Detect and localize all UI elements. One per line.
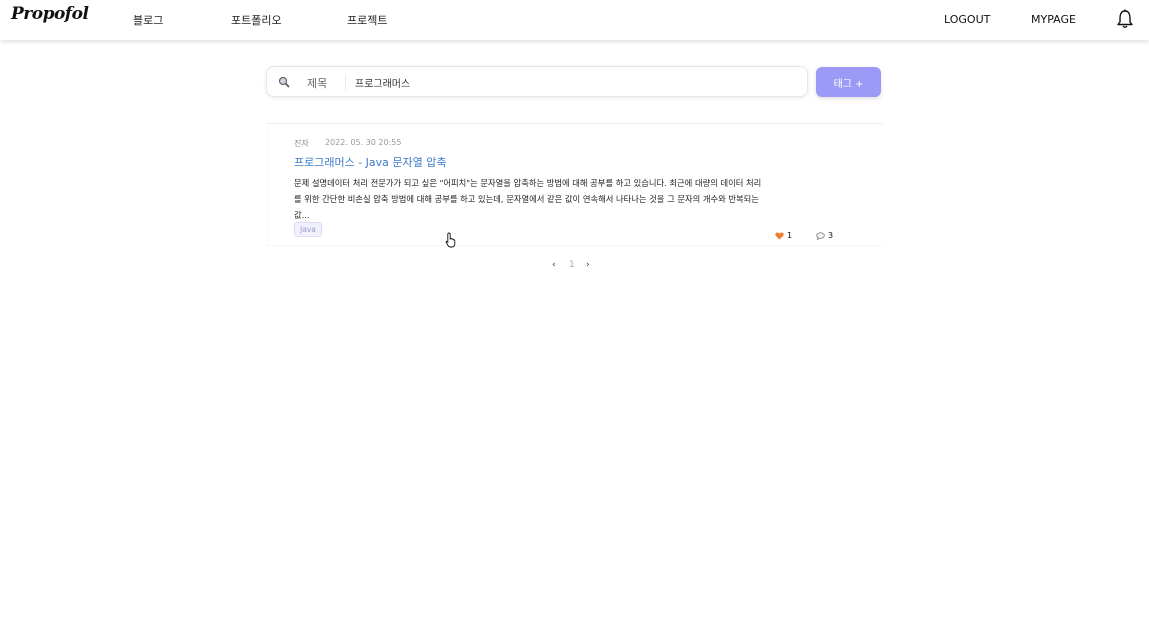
post-tag[interactable]: Java [294,222,322,237]
nav-project[interactable]: 프로젝트 [347,12,387,28]
logo[interactable]: Propofol [11,4,89,24]
search-input[interactable] [355,71,795,93]
post-title[interactable]: 프로그래머스 - Java 문자열 압축 [294,154,447,170]
next-page-button[interactable]: › [586,260,590,270]
search-divider [345,74,346,91]
search-type-select[interactable]: 제목 [307,75,327,91]
add-tag-button[interactable]: 태그 + [816,67,881,97]
search-icon [278,76,290,88]
post-author: 진자 [294,139,309,148]
like-count: 1 [775,231,792,240]
hand-cursor-icon [445,232,456,248]
mypage-link[interactable]: MYPAGE [1031,13,1076,26]
post-date: 2022. 05. 30 20:55 [325,138,402,147]
prev-page-button[interactable]: ‹ [552,260,556,270]
comment-count: 3 [816,231,833,240]
logout-link[interactable]: LOGOUT [944,13,990,26]
page-number[interactable]: 1 [569,260,575,270]
nav-portfolio[interactable]: 포트폴리오 [231,12,282,28]
comment-icon [816,231,825,240]
heart-icon [775,231,784,240]
search-bar: 제목 [266,66,808,97]
top-navbar: Propofol 블로그 포트폴리오 프로젝트 LOGOUT MYPAGE [0,0,1149,40]
bell-icon[interactable] [1116,9,1134,29]
comment-count-value: 3 [828,231,834,240]
post-excerpt: 문제 설명데이터 처리 전문가가 되고 싶은 "어피치"는 문자열을 압축하는 … [294,178,762,220]
nav-blog[interactable]: 블로그 [133,12,163,28]
post-card[interactable]: 진자 2022. 05. 30 20:55 프로그래머스 - Java 문자열 … [267,123,883,246]
like-count-value: 1 [787,231,793,240]
